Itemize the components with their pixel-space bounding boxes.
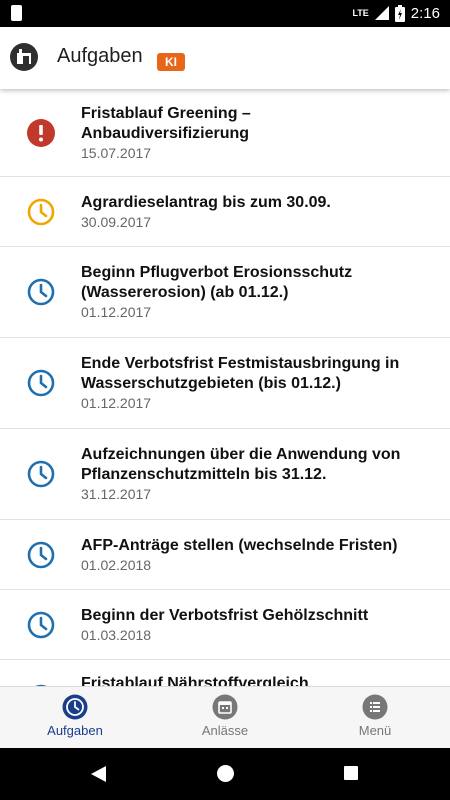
app-bar: Aufgaben KI xyxy=(0,27,450,89)
task-date: 30.09.2017 xyxy=(81,213,152,230)
task-item[interactable]: Fristablauf Nährstoffvergleich xyxy=(0,660,450,686)
menu-list-icon xyxy=(362,694,388,720)
task-date: 01.03.2018 xyxy=(81,626,152,643)
page-title: Aufgaben xyxy=(57,45,143,67)
ki-badge: KI xyxy=(157,53,185,71)
task-item[interactable]: AFP-Anträge stellen (wechselnde Fristen)… xyxy=(0,520,450,590)
clock-icon xyxy=(62,694,88,720)
nav-label: Anlässe xyxy=(201,723,249,738)
back-icon[interactable] xyxy=(89,765,107,783)
clock-time: 2:16 xyxy=(410,4,440,22)
bottom-navigation: Aufgaben Anlässe Menü xyxy=(0,686,450,748)
nav-tab-anlaesse[interactable]: Anlässe xyxy=(150,687,300,748)
task-title: Fristablauf Nährstoffvergleich xyxy=(81,675,309,686)
task-item[interactable]: Fristablauf Greening – Anbaudiversifizie… xyxy=(0,89,450,177)
task-date: 01.12.2017 xyxy=(81,395,152,411)
clock-icon xyxy=(27,369,54,397)
task-title: Beginn Pflugverbot Erosionsschutz (Wasse… xyxy=(81,264,353,301)
clock-icon xyxy=(27,278,54,306)
system-navigation-bar xyxy=(0,748,450,800)
task-item[interactable]: Agrardieselantrag bis zum 30.09. 30.09.2… xyxy=(0,177,450,247)
clock-icon xyxy=(27,611,54,638)
battery-icon xyxy=(394,4,405,22)
network-type: LTE xyxy=(352,8,369,18)
task-title: Ende Verbotsfrist Festmistausbringung in… xyxy=(81,355,400,392)
task-date: 01.12.2017 xyxy=(81,304,152,320)
nav-label: Menü xyxy=(358,723,392,738)
nav-tab-aufgaben[interactable]: Aufgaben xyxy=(0,687,150,748)
task-date: 01.02.2018 xyxy=(81,556,152,573)
status-bar: LTE 2:16 xyxy=(0,0,450,27)
task-title: Fristablauf Greening – Anbaudiversifizie… xyxy=(81,104,251,142)
task-item[interactable]: Beginn der Verbotsfrist Gehölzschnitt 01… xyxy=(0,590,450,660)
sd-card-icon xyxy=(11,5,22,21)
exclamation-icon xyxy=(26,118,55,147)
task-date: 31.12.2017 xyxy=(81,486,152,502)
signal-icon xyxy=(374,6,389,20)
task-title: Agrardieselantrag bis zum 30.09. xyxy=(81,193,331,211)
task-item[interactable]: Ende Verbotsfrist Festmistausbringung in… xyxy=(0,338,450,429)
recents-icon[interactable] xyxy=(343,765,359,781)
clock-icon xyxy=(27,198,54,225)
clock-icon xyxy=(27,460,54,488)
task-list: Fristablauf Greening – Anbaudiversifizie… xyxy=(0,89,450,686)
task-title: Beginn der Verbotsfrist Gehölzschnitt xyxy=(81,606,369,624)
task-title: AFP-Anträge stellen (wechselnde Fristen) xyxy=(81,536,398,554)
home-icon[interactable] xyxy=(216,764,235,783)
task-item[interactable]: Aufzeichnungen über die Anwendung von Pf… xyxy=(0,429,450,520)
nav-tab-menu[interactable]: Menü xyxy=(300,687,450,748)
task-item[interactable]: Beginn Pflugverbot Erosionsschutz (Wasse… xyxy=(0,247,450,338)
app-logo-icon[interactable] xyxy=(10,43,38,71)
clock-icon xyxy=(27,541,54,568)
calendar-icon xyxy=(212,694,238,720)
task-date: 15.07.2017 xyxy=(81,144,152,161)
task-title: Aufzeichnungen über die Anwendung von Pf… xyxy=(81,446,401,483)
nav-label: Aufgaben xyxy=(47,723,103,738)
